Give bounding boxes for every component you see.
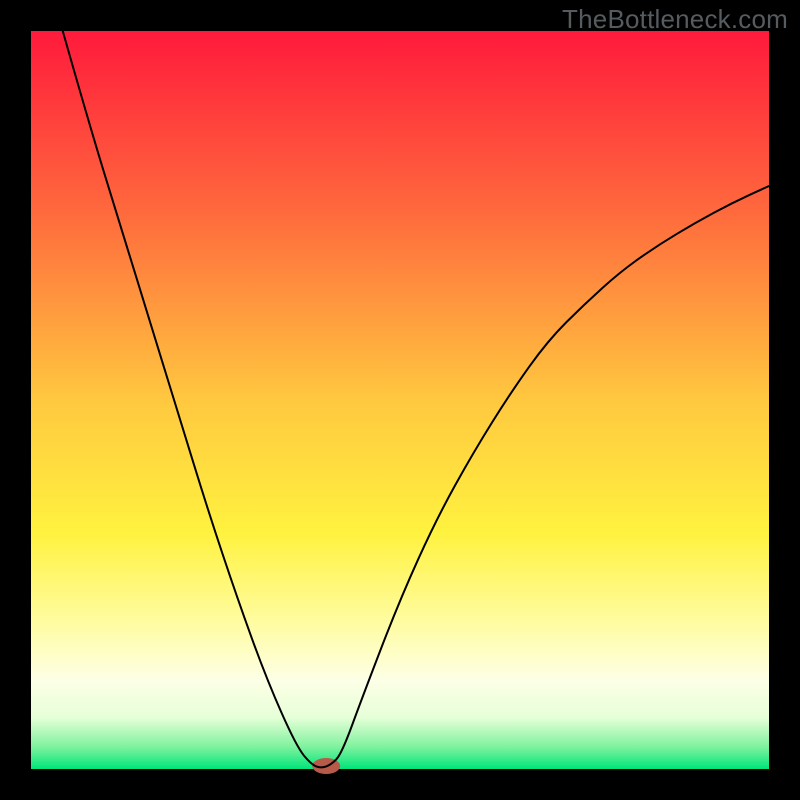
- plot-background: [31, 31, 769, 769]
- chart-frame: TheBottleneck.com: [0, 0, 800, 800]
- watermark-text: TheBottleneck.com: [562, 4, 788, 35]
- bottleneck-chart: [0, 0, 800, 800]
